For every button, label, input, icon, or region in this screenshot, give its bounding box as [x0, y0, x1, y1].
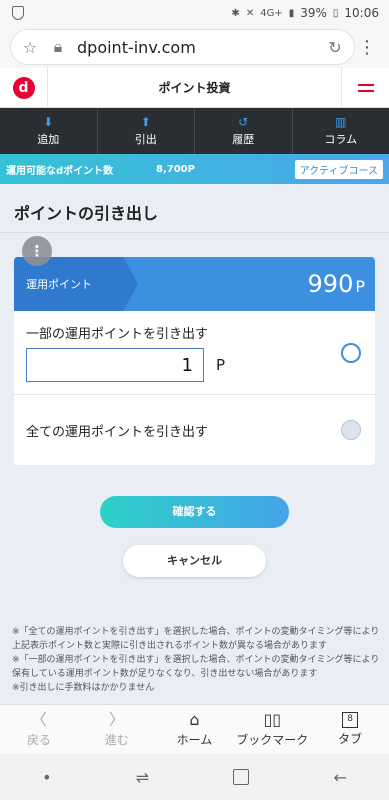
amount-unit: P [216, 356, 226, 374]
option-all-label: 全ての運用ポイントを引き出す [26, 424, 209, 440]
available-points-value: 8,700P [156, 163, 195, 175]
option-all-radio[interactable] [341, 420, 361, 440]
signal-icon: ▮ [288, 7, 295, 19]
confirm-button[interactable]: 確認する [100, 496, 289, 528]
option-partial-radio[interactable] [341, 343, 361, 363]
star-icon[interactable]: ☆ [21, 38, 39, 57]
available-points-label: 運用可能なdポイント数 [6, 165, 114, 177]
bookmark-book-icon: ▯▯ [263, 710, 282, 729]
invested-points-value: 990 P [308, 270, 375, 298]
main-nav: ⬇ 追加 ⬆ 引出 ↺ 履歴 ▥ コラム [0, 108, 389, 154]
d-logo-icon: d [12, 76, 35, 99]
more-options-icon[interactable]: ⋮ [22, 236, 52, 266]
invested-points-unit: P [355, 277, 365, 296]
option-partial-label: 一部の運用ポイントを引き出す [26, 327, 209, 342]
upload-icon: ⬆ [140, 114, 151, 129]
cancel-button[interactable]: キャンセル [123, 545, 266, 577]
nav-withdraw[interactable]: ⬆ 引出 [98, 108, 195, 154]
lock-icon: 🔒︎ [53, 37, 63, 56]
invested-points-label: 運用ポイント [26, 278, 92, 291]
network-label: 4G+ [260, 7, 283, 19]
withdraw-amount-input[interactable] [26, 348, 204, 382]
back-arrow-icon[interactable]: ← [334, 768, 347, 787]
logo[interactable]: d [0, 67, 48, 108]
home-square-icon[interactable] [233, 769, 250, 785]
home-button[interactable]: ⌂ ホーム [156, 705, 234, 754]
nav-add[interactable]: ⬇ 追加 [0, 108, 98, 154]
app-header: d ポイント投資 [0, 67, 389, 108]
note-item: ※「全ての運用ポイントを引き出す」を選択した場合、ポイントの変動タイミング等によ… [12, 627, 380, 651]
note-item: ※引き出しに手数料はかかりません [12, 683, 155, 693]
forward-button[interactable]: 〉 進む [78, 705, 156, 754]
withdraw-card: 運用ポイント 990P 一部の運用ポイントを引き出す P 全ての運用ポイントを引… [14, 257, 375, 465]
notes: ※「全ての運用ポイントを引き出す」を選択した場合、ポイントの変動タイミング等によ… [12, 625, 380, 695]
recent-apps-icon[interactable]: ⇌ [136, 768, 149, 787]
tab-count-icon: 8 [342, 712, 359, 728]
note-item: ※「一部の運用ポイントを引き出す」を選択した場合、ポイントの変動タイミング等によ… [12, 655, 380, 679]
bluetooth-icon: ✱ [231, 7, 240, 19]
reload-icon[interactable]: ↻ [326, 38, 344, 57]
invested-points-number: 990 [307, 270, 354, 298]
option-all[interactable]: 全ての運用ポイントを引き出す [14, 395, 375, 465]
forward-label: 進む [104, 733, 129, 747]
back-button[interactable]: 〈 戻る [0, 705, 78, 754]
clock: 10:06 [344, 6, 379, 20]
nav-withdraw-label: 引出 [134, 132, 157, 146]
battery-icon: ▯ [332, 7, 339, 19]
tabs-label: タブ [338, 732, 363, 746]
history-icon: ↺ [238, 114, 249, 129]
page-title: ポイントの引き出し [14, 204, 159, 223]
back-label: 戻る [26, 733, 51, 747]
battery-percent: 39% [300, 6, 327, 20]
browser-url-bar: ☆ 🔒︎ dpoint-inv.com ↻ ⋮ [0, 26, 389, 68]
tabs-button[interactable]: 8 タブ [311, 705, 389, 754]
download-icon: ⬇ [43, 114, 54, 129]
app-title: ポイント投資 [158, 81, 231, 95]
home-icon: ⌂ [189, 710, 200, 729]
chevron-left-icon: 〈 [30, 710, 47, 729]
nav-column-label: コラム [324, 132, 358, 146]
nav-history-label: 履歴 [232, 132, 255, 146]
browser-toolbar: 〈 戻る 〉 進む ⌂ ホーム ▯▯ ブックマーク 8 タブ [0, 704, 389, 754]
option-partial[interactable]: 一部の運用ポイントを引き出す P [14, 311, 375, 395]
bookmarks-button[interactable]: ▯▯ ブックマーク [233, 705, 311, 754]
address-field[interactable]: ☆ 🔒︎ dpoint-inv.com ↻ [10, 29, 355, 65]
home-label: ホーム [176, 733, 213, 747]
shield-icon [12, 6, 24, 20]
url-text[interactable]: dpoint-inv.com [77, 38, 316, 57]
divider [0, 232, 389, 233]
book-icon: ▥ [335, 114, 347, 129]
browser-menu-icon[interactable]: ⋮ [355, 37, 379, 58]
bookmarks-label: ブックマーク [236, 733, 309, 747]
android-nav-bar: • ⇌ ← [0, 754, 389, 800]
nav-column[interactable]: ▥ コラム [293, 108, 389, 154]
mute-icon: ✕ [245, 7, 255, 19]
chevron-right-icon: 〉 [108, 710, 125, 729]
course-badge[interactable]: アクティブコース [294, 159, 383, 179]
status-bar: ✱ ✕ 4G+ ▮ 39% ▯ 10:06 [0, 0, 389, 26]
invested-points-header: 運用ポイント 990 P [14, 257, 375, 311]
available-points-bar: 運用可能なdポイント数 8,700P アクティブコース [0, 154, 389, 184]
hamburger-menu-icon[interactable] [341, 67, 389, 108]
nav-history[interactable]: ↺ 履歴 [195, 108, 293, 154]
dot-icon[interactable]: • [42, 768, 51, 787]
nav-add-label: 追加 [37, 132, 60, 146]
